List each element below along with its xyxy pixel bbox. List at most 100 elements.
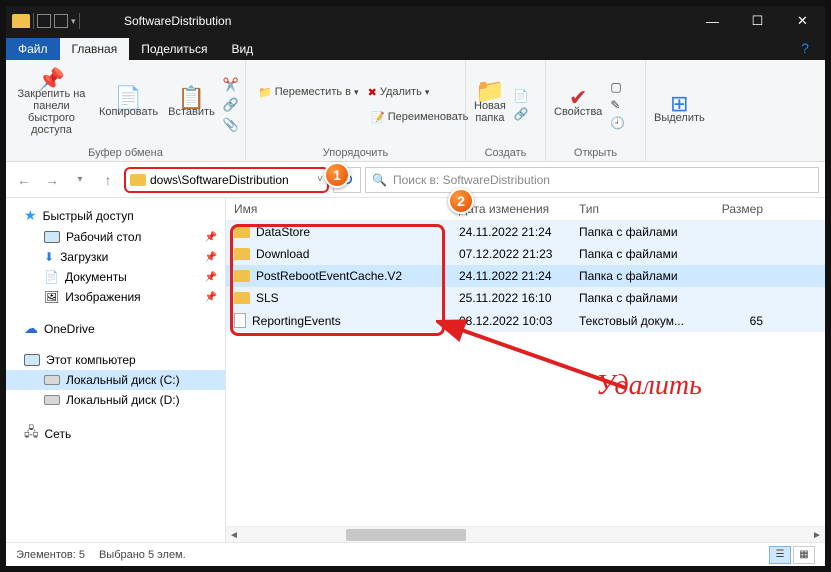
column-type[interactable]: Тип — [571, 198, 711, 220]
column-size[interactable]: Размер — [711, 198, 771, 220]
view-details-button[interactable]: ☰ — [769, 546, 791, 564]
file-name: PostRebootEventCache.V2 — [256, 269, 402, 283]
rename-button[interactable]: 📝Переименовать — [258, 111, 468, 124]
folder-icon — [130, 174, 146, 186]
easy-access-icon[interactable]: 🔗 — [514, 107, 529, 121]
forward-button[interactable]: → — [40, 168, 64, 192]
scrollbar-thumb[interactable] — [346, 529, 466, 541]
cloud-icon: ☁ — [24, 320, 38, 337]
new-item-icon[interactable]: 📄 — [514, 89, 529, 103]
minimize-button[interactable]: — — [690, 6, 735, 36]
new-folder-button[interactable]: 📁 Новая папка — [472, 84, 508, 126]
view-icons-button[interactable]: ▦ — [793, 546, 815, 564]
file-row[interactable]: SLS25.11.2022 16:10Папка с файлами — [226, 287, 825, 309]
folder-icon — [234, 226, 250, 238]
file-list-area: Имя Дата изменения Тип Размер DataStore2… — [226, 198, 825, 542]
recent-button[interactable]: ▾ — [68, 168, 92, 192]
copy-path-icon[interactable]: 🔗 — [223, 97, 239, 113]
sidebar-this-pc[interactable]: Этот компьютер — [6, 350, 225, 370]
pin-icon: 📌 — [205, 292, 217, 303]
file-date: 25.11.2022 16:10 — [451, 287, 571, 309]
file-name: ReportingEvents — [252, 314, 341, 328]
pin-icon: 📌 — [205, 252, 217, 263]
qat-item[interactable] — [54, 14, 68, 28]
scroll-left-icon[interactable]: ◄ — [226, 527, 242, 543]
tab-share[interactable]: Поделиться — [129, 38, 219, 60]
refresh-button[interactable]: ↻ — [333, 167, 361, 193]
paste-button[interactable]: 📋 Вставить — [166, 90, 217, 120]
qat-item[interactable] — [37, 14, 51, 28]
sidebar-item-documents[interactable]: 📄Документы📌 — [6, 267, 225, 287]
history-icon[interactable]: 🕘 — [610, 116, 625, 130]
ribbon-tabs: Файл Главная Поделиться Вид ? — [6, 36, 825, 60]
column-name[interactable]: Имя — [226, 198, 451, 220]
sidebar-item-drive-d[interactable]: Локальный диск (D:) — [6, 390, 225, 410]
file-date: 24.11.2022 21:24 — [451, 265, 571, 287]
paste-icon: 📋 — [178, 92, 205, 104]
edit-icon[interactable]: ✎ — [610, 98, 625, 112]
file-type: Текстовый докум... — [571, 310, 711, 332]
desktop-icon — [44, 231, 60, 243]
select-icon: ⊞ — [670, 98, 688, 110]
sidebar-item-drive-c[interactable]: Локальный диск (C:) — [6, 370, 225, 390]
downloads-icon: ⬇ — [44, 250, 54, 264]
search-box[interactable]: 🔍 Поиск в: SoftwareDistribution — [365, 167, 819, 193]
file-row[interactable]: ReportingEvents08.12.2022 10:03Текстовый… — [226, 309, 825, 332]
file-type: Папка с файлами — [571, 287, 711, 309]
paste-shortcut-icon[interactable]: 📎 — [223, 117, 239, 133]
navigation-bar: ← → ▾ ↑ ˅ ↻ 🔍 Поиск в: SoftwareDistribut… — [6, 162, 825, 198]
tab-file[interactable]: Файл — [6, 38, 60, 60]
sidebar-network[interactable]: 🖧Сеть — [6, 420, 225, 448]
sidebar-item-pictures[interactable]: 🖼Изображения📌 — [6, 287, 225, 307]
open-icon[interactable]: ▢ — [610, 80, 625, 94]
back-button[interactable]: ← — [12, 168, 36, 192]
folder-icon — [234, 270, 250, 282]
maximize-button[interactable]: ☐ — [735, 6, 780, 36]
delete-icon: ✖ — [368, 86, 377, 99]
column-headers: Имя Дата изменения Тип Размер — [226, 198, 825, 221]
ribbon-group-label: Упорядочить — [252, 145, 459, 161]
close-button[interactable]: ✕ — [780, 6, 825, 36]
delete-button[interactable]: Удалить — [380, 86, 422, 98]
properties-button[interactable]: ✔ Свойства — [552, 90, 604, 120]
documents-icon: 📄 — [44, 270, 59, 284]
ribbon: 📌 Закрепить на панели быстрого доступа 📄… — [6, 60, 825, 162]
pin-icon: 📌 — [205, 232, 217, 243]
file-row[interactable]: Download07.12.2022 21:23Папка с файлами — [226, 243, 825, 265]
address-bar[interactable]: ˅ — [124, 167, 329, 193]
move-to-button[interactable]: 📁Переместить в▾ ✖Удалить▾ — [258, 86, 429, 99]
status-bar: Элементов: 5 Выбрано 5 элем. ☰ ▦ — [6, 542, 825, 566]
chevron-down-icon[interactable]: ▾ — [71, 16, 76, 27]
copy-button[interactable]: 📄 Копировать — [97, 90, 160, 120]
copy-icon: 📄 — [115, 92, 142, 104]
pin-icon: 📌 — [38, 74, 65, 86]
file-name: Download — [256, 247, 309, 261]
file-row[interactable]: PostRebootEventCache.V224.11.2022 21:24П… — [226, 265, 825, 287]
sidebar-onedrive[interactable]: ☁OneDrive — [6, 317, 225, 340]
address-input[interactable] — [150, 173, 317, 187]
cut-icon[interactable]: ✂️ — [223, 77, 239, 93]
network-icon: 🖧 — [24, 423, 39, 445]
sidebar-item-desktop[interactable]: Рабочий стол📌 — [6, 227, 225, 247]
folder-icon — [234, 248, 250, 260]
up-button[interactable]: ↑ — [96, 168, 120, 192]
new-folder-icon: 📁 — [475, 86, 505, 98]
pin-quickaccess-button[interactable]: 📌 Закрепить на панели быстрого доступа — [12, 72, 91, 138]
scroll-right-icon[interactable]: ► — [809, 527, 825, 543]
tab-home[interactable]: Главная — [60, 38, 130, 60]
column-date[interactable]: Дата изменения — [451, 198, 571, 220]
sidebar-item-downloads[interactable]: ⬇Загрузки📌 — [6, 247, 225, 267]
sidebar-quick-access[interactable]: ★Быстрый доступ — [6, 204, 225, 227]
select-button[interactable]: ⊞ Выделить — [652, 96, 707, 126]
file-row[interactable]: DataStore24.11.2022 21:24Папка с файлами — [226, 221, 825, 243]
help-icon[interactable]: ? — [793, 36, 817, 60]
horizontal-scrollbar[interactable]: ◄ ► — [226, 526, 825, 542]
ribbon-group-label: Открыть — [552, 145, 639, 161]
drive-icon — [44, 395, 60, 405]
chevron-down-icon[interactable]: ˅ — [317, 174, 323, 185]
navigation-pane: ★Быстрый доступ Рабочий стол📌 ⬇Загрузки📌… — [6, 198, 226, 542]
tab-view[interactable]: Вид — [219, 38, 265, 60]
quick-access-toolbar: ▾ — [6, 13, 116, 29]
pictures-icon: 🖼 — [44, 290, 59, 304]
file-name: DataStore — [256, 225, 310, 239]
